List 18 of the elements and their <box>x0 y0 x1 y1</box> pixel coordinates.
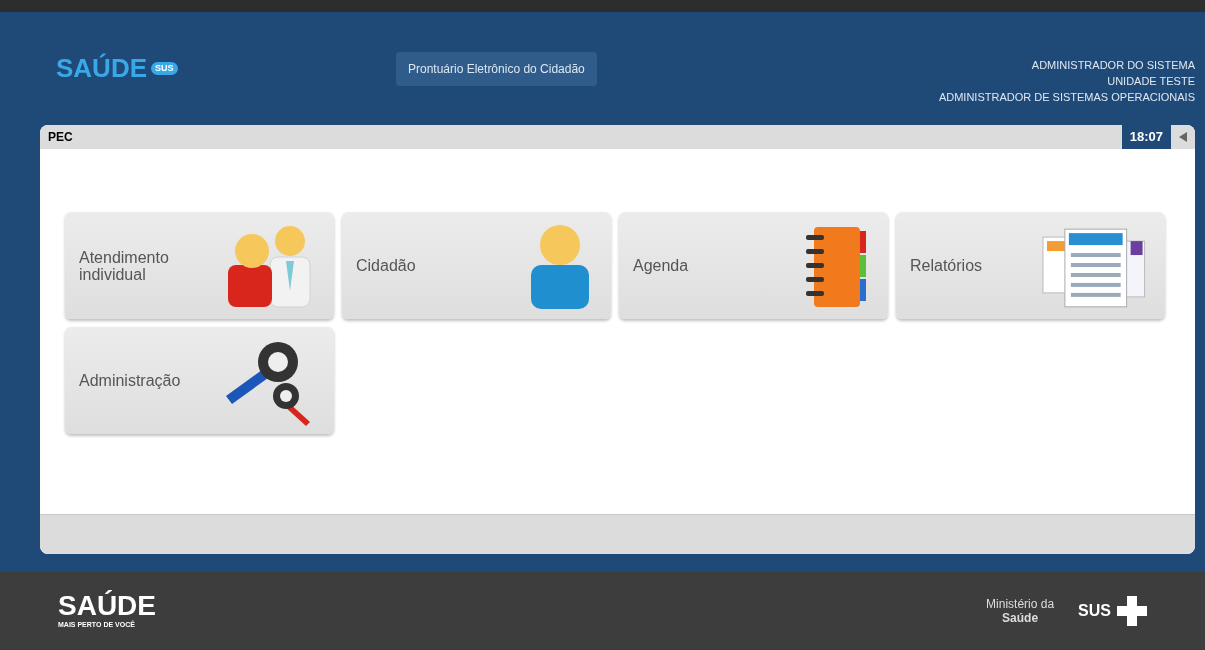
module-tile[interactable]: Cidadão <box>342 212 611 319</box>
user-role: ADMINISTRADOR DE SISTEMAS OPERACIONAIS <box>938 89 1195 105</box>
unit-name: UNIDADE TESTE <box>1107 73 1195 89</box>
module-tile[interactable]: Administração <box>65 327 334 434</box>
module-tile[interactable]: Atendimento individual <box>65 212 334 319</box>
cross-icon <box>1117 596 1147 626</box>
saude-logo: SAÚDE SUS <box>56 49 396 88</box>
panel-title: PEC <box>48 129 74 146</box>
module-tile[interactable]: Relatórios <box>896 212 1165 319</box>
collapse-arrow-icon[interactable] <box>1179 132 1187 142</box>
module-tile[interactable]: Agenda <box>619 212 888 319</box>
clock: 18:07 <box>1121 125 1171 149</box>
footer-logo: SAÚDE <box>58 591 157 620</box>
ministry-name: Saúde <box>1002 611 1039 625</box>
sus-logo: SUS <box>1078 601 1111 621</box>
user-name: ADMINISTRADOR DO SISTEMA <box>1031 57 1195 73</box>
ministry-label: Ministério da <box>986 597 1055 611</box>
system-title: Prontuário Eletrônico do Cidadão <box>396 51 597 86</box>
